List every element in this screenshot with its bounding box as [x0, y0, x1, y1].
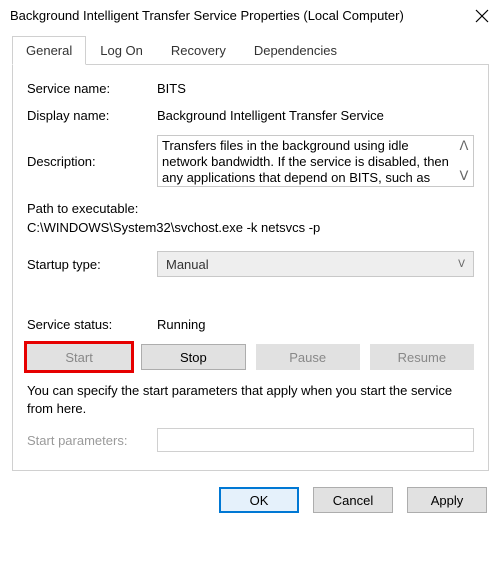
start-parameters-input[interactable] [157, 428, 474, 452]
description-text[interactable]: Transfers files in the background using … [157, 135, 474, 187]
dialog-buttons: OK Cancel Apply [0, 477, 501, 525]
resume-button: Resume [370, 344, 474, 370]
description-scrollbar[interactable]: ᐱ ᐯ [457, 138, 471, 184]
pause-button: Pause [256, 344, 360, 370]
cancel-button[interactable]: Cancel [313, 487, 393, 513]
tab-strip: General Log On Recovery Dependencies [12, 35, 489, 65]
service-status-value: Running [157, 317, 474, 332]
tab-page-general: Service name: BITS Display name: Backgro… [12, 65, 489, 471]
description-value: Transfers files in the background using … [162, 138, 449, 187]
description-label: Description: [27, 154, 157, 169]
service-status-label: Service status: [27, 317, 157, 332]
tab-general[interactable]: General [12, 36, 86, 65]
chevron-up-icon[interactable]: ᐱ [460, 138, 469, 154]
chevron-down-icon: ᐯ [458, 259, 465, 270]
tab-dependencies[interactable]: Dependencies [240, 36, 351, 65]
startup-type-select[interactable]: Manual ᐯ [157, 251, 474, 277]
title-bar: Background Intelligent Transfer Service … [0, 0, 501, 31]
startup-type-value: Manual [166, 257, 209, 272]
path-value: C:\WINDOWS\System32\svchost.exe -k netsv… [27, 218, 474, 237]
stop-button[interactable]: Stop [141, 344, 245, 370]
path-label: Path to executable: [27, 199, 474, 218]
chevron-down-icon[interactable]: ᐯ [460, 168, 469, 184]
start-button[interactable]: Start [27, 344, 131, 370]
tab-logon[interactable]: Log On [86, 36, 157, 65]
service-name-label: Service name: [27, 81, 157, 96]
start-parameters-label: Start parameters: [27, 433, 157, 448]
window-title: Background Intelligent Transfer Service … [10, 8, 404, 23]
tab-recovery[interactable]: Recovery [157, 36, 240, 65]
close-icon[interactable] [475, 9, 489, 23]
ok-button[interactable]: OK [219, 487, 299, 513]
help-text: You can specify the start parameters tha… [27, 382, 474, 418]
display-name-value: Background Intelligent Transfer Service [157, 108, 474, 123]
display-name-label: Display name: [27, 108, 157, 123]
service-name-value: BITS [157, 81, 474, 96]
startup-type-label: Startup type: [27, 257, 157, 272]
apply-button[interactable]: Apply [407, 487, 487, 513]
